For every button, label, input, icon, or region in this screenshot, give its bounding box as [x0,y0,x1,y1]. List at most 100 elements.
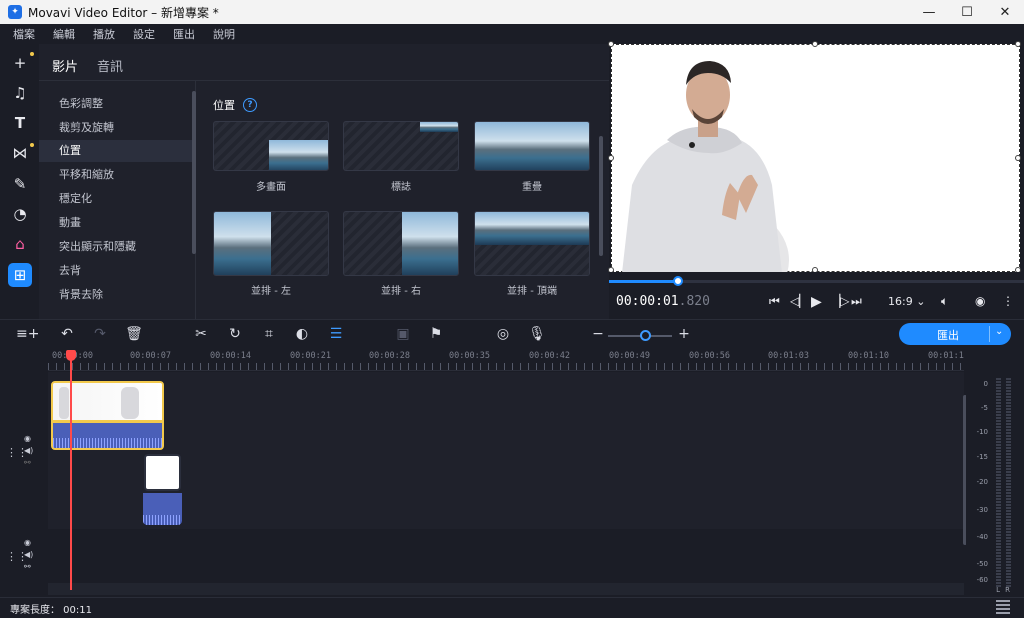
category-item[interactable]: 去背 [39,260,192,282]
timeline-scroll-area[interactable] [48,583,964,595]
microphone-icon[interactable]: 🎙︎ [528,326,546,342]
export-button[interactable]: 匯出 ⌄ [899,323,1011,345]
menu-edit[interactable]: 編輯 [53,26,75,42]
maximize-button[interactable]: ☐ [948,0,986,24]
aspect-ratio-select[interactable]: 16:9 ⌄ [888,295,925,308]
redo-icon[interactable]: ↷ [91,326,109,342]
cut-icon[interactable]: ✂ [192,326,210,342]
eye-icon[interactable]: ◉ [24,434,31,443]
gift-icon[interactable]: ⌂ [8,232,32,256]
category-item[interactable]: 平移和縮放 [39,164,192,186]
meter-label: -60 [976,576,988,584]
preset-logo[interactable] [343,121,459,171]
ruler-label: 00:01:03 [768,351,809,361]
export-dropdown-icon[interactable]: ⌄ [995,326,1003,337]
delete-icon[interactable]: 🗑︎ [125,326,143,342]
audio-level-meter: 0 -5 -10 -15 -20 -30 -40 -50 -60 L R [966,372,1022,597]
video-track-area[interactable] [48,372,964,529]
resize-handle[interactable] [608,155,614,161]
snapshot-icon[interactable]: ◉ [975,294,985,308]
timeline-ruler[interactable]: 00:00:00 00:00:07 00:00:14 00:00:21 00:0… [48,349,964,371]
preset-side-by-side-left[interactable] [213,211,329,276]
tab-video[interactable]: 影片 [52,56,78,75]
section-title: 位置 ? [213,97,257,113]
menu-export[interactable]: 匯出 [173,26,195,42]
clock-icon[interactable]: ◔ [8,202,32,226]
preset-multiscreen[interactable] [213,121,329,171]
music-icon[interactable]: ♫ [8,81,32,105]
category-item[interactable]: 動畫 [39,212,192,234]
playhead[interactable] [70,351,72,590]
meter-label: -30 [976,506,988,514]
link-icon[interactable]: ⚯ [24,458,31,467]
plus-icon[interactable]: + [8,51,32,75]
seek-knob[interactable] [673,276,684,286]
clip-person [59,387,69,419]
menu-playback[interactable]: 播放 [93,26,115,42]
more-icon[interactable]: ⋮ [1002,294,1014,308]
transitions-icon[interactable]: ⋈ [8,141,32,165]
clip-properties-icon[interactable]: ☰ [327,326,345,342]
category-scrollbar[interactable] [192,91,196,254]
category-item[interactable]: 突出顯示和隱藏 [39,236,192,258]
crop-icon[interactable]: ⌗ [260,326,278,342]
ruler-label: 00:00:56 [689,351,730,361]
resize-handle[interactable] [1015,41,1021,47]
menu-settings[interactable]: 設定 [133,26,155,42]
ruler-label: 00:00:21 [290,351,331,361]
overlay-clip[interactable] [143,453,182,525]
next-frame-icon[interactable]: ▕▷ [831,294,849,308]
pip-icon[interactable]: ▣ [394,326,412,342]
prev-frame-icon[interactable]: ◁▏ [790,294,808,308]
link-icon[interactable]: ⚯ [24,562,31,571]
window-title: Movavi Video Editor – 新增專案 * [28,5,219,20]
category-item[interactable]: 色彩調整 [39,93,192,115]
zoom-in-icon[interactable]: + [675,326,693,342]
magic-wand-icon[interactable]: ✎ [8,172,32,196]
webcam-icon[interactable]: ◎ [494,326,512,342]
skip-end-icon[interactable]: ⏭ [851,294,862,309]
zoom-slider-knob[interactable] [640,330,651,341]
category-item[interactable]: 穩定化 [39,188,192,210]
category-item[interactable]: 裁剪及旋轉 [39,117,192,139]
resize-handle[interactable] [812,41,818,47]
marker-icon[interactable]: ⚑ [427,326,445,342]
speaker-icon[interactable]: ◀︎) [24,550,33,559]
resize-handle[interactable] [1015,155,1021,161]
status-bar: 專案長度： 00:11 [0,597,1024,618]
speaker-icon[interactable]: ◀︎) [24,446,33,455]
text-icon[interactable]: T [8,111,32,135]
preset-overlay[interactable] [474,121,590,171]
minimize-button[interactable]: — [910,0,948,24]
volume-icon[interactable]: 🔈︎ [941,294,948,309]
meter-toggle-icon[interactable] [996,600,1010,614]
meter-label: -5 [981,404,988,412]
close-button[interactable]: ✕ [986,0,1024,24]
eye-icon[interactable]: ◉ [24,538,31,547]
presets-scrollbar[interactable] [599,136,603,256]
undo-icon[interactable]: ↶ [58,326,76,342]
tab-audio[interactable]: 音訊 [97,56,123,75]
playhead-handle[interactable] [66,350,76,361]
help-icon[interactable]: ? [243,98,257,112]
menu-file[interactable]: 檔案 [13,26,35,42]
video-preview[interactable] [608,41,1021,273]
filters-icon[interactable]: ⊞ [8,263,32,287]
add-track-icon[interactable]: ≡+ [16,326,39,342]
clip-person [121,387,139,419]
menu-help[interactable]: 說明 [213,26,235,42]
preset-label: 多畫面 [256,182,286,193]
seek-progress [609,280,679,283]
skip-start-icon[interactable]: ⏮ [769,294,780,309]
color-adjust-icon[interactable]: ◐ [293,326,311,342]
preset-side-by-side-top[interactable] [474,211,590,276]
category-item-selected[interactable]: 位置 [39,140,192,162]
rotate-icon[interactable]: ↻ [226,326,244,342]
preset-side-by-side-right[interactable] [343,211,459,276]
audio-track-area[interactable] [48,529,964,583]
category-item[interactable]: 背景去除 [39,284,192,306]
play-icon[interactable]: ▶ [811,294,822,310]
resize-handle[interactable] [608,41,614,47]
zoom-out-icon[interactable]: − [589,326,607,342]
video-clip[interactable] [51,381,164,450]
